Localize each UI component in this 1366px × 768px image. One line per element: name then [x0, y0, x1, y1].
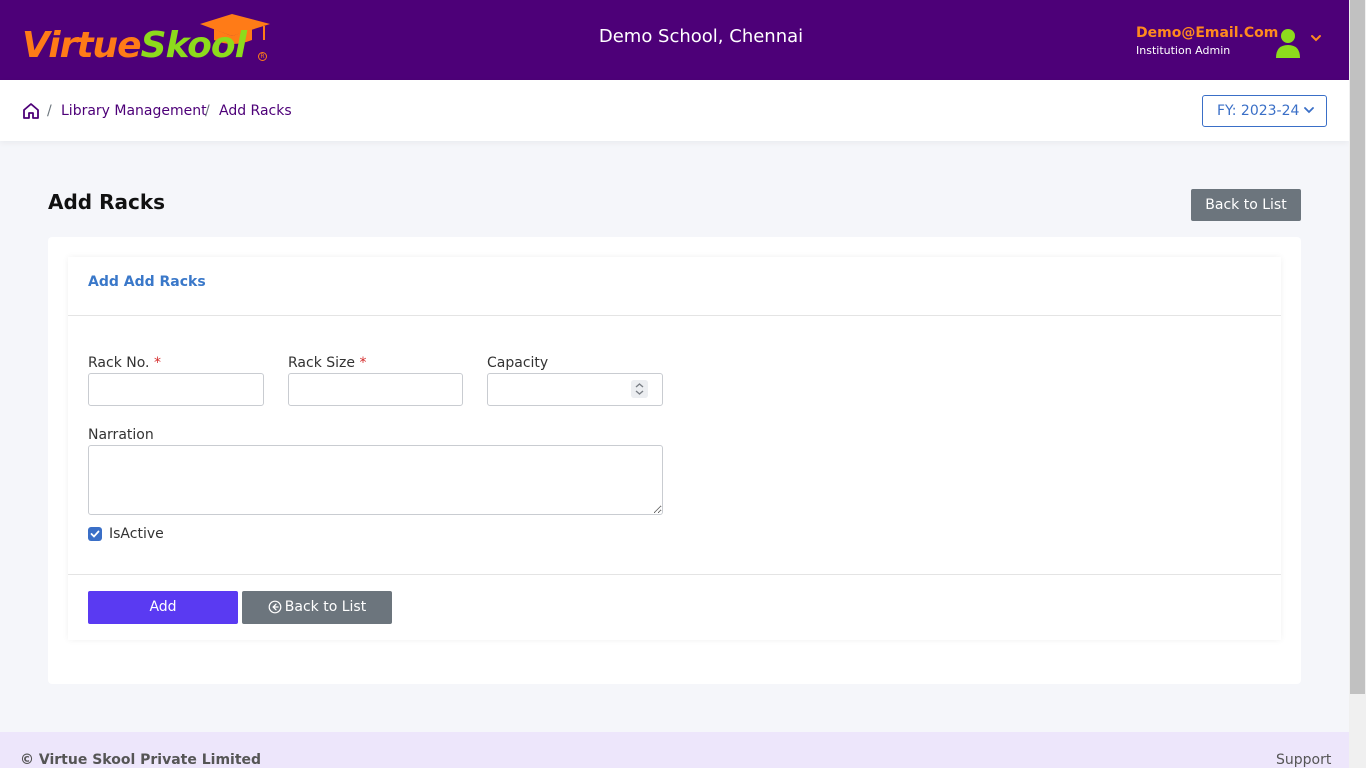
- breadcrumb-separator: /: [47, 103, 52, 119]
- required-mark: *: [153, 355, 161, 371]
- rack-no-label: Rack No. *: [88, 355, 161, 371]
- fy-select[interactable]: FY: 2023-24: [1202, 95, 1327, 127]
- top-header: VirtueSkool R Demo School, Chennai Demo@…: [0, 0, 1349, 80]
- narration-label: Narration: [88, 427, 154, 443]
- home-icon[interactable]: [22, 102, 40, 120]
- breadcrumb-bar: / Library Management / Add Racks FY: 202…: [0, 80, 1349, 141]
- capacity-label: Capacity: [487, 355, 549, 371]
- breadcrumb-library-management[interactable]: Library Management: [61, 102, 207, 120]
- required-mark: *: [359, 355, 367, 371]
- fy-select-label: FY: 2023-24: [1217, 103, 1300, 119]
- user-icon[interactable]: [1274, 28, 1302, 58]
- footer-copyright: © Virtue Skool Private Limited: [20, 752, 262, 768]
- is-active-label[interactable]: IsActive: [109, 525, 164, 543]
- form-card-title: Add Add Racks: [88, 274, 206, 290]
- is-active-checkbox[interactable]: [88, 527, 102, 541]
- logo-text: VirtueSkool: [22, 25, 247, 66]
- checkmark-icon: [90, 530, 100, 538]
- card-footer-divider: [68, 574, 1281, 575]
- support-link[interactable]: Support: [1276, 752, 1331, 768]
- user-role: Institution Admin: [1136, 44, 1231, 57]
- user-email[interactable]: Demo@Email.Com: [1136, 24, 1278, 42]
- card-header-divider: [68, 315, 1281, 316]
- page-footer: © Virtue Skool Private Limited Support: [0, 732, 1349, 768]
- school-name: Demo School, Chennai: [598, 26, 804, 47]
- back-to-list-label: Back to List: [284, 599, 367, 615]
- number-spinner-icon[interactable]: [631, 380, 648, 398]
- circle-arrow-left-icon: [268, 600, 282, 614]
- chevron-down-icon[interactable]: [1309, 32, 1323, 44]
- add-button[interactable]: Add: [88, 591, 238, 624]
- narration-textarea[interactable]: [88, 445, 663, 515]
- scrollbar-thumb[interactable]: [1350, 0, 1365, 694]
- back-to-list-button[interactable]: Back to List: [242, 591, 392, 624]
- chevron-down-icon: [1304, 107, 1314, 114]
- rack-no-input[interactable]: [88, 373, 264, 406]
- brand-logo[interactable]: VirtueSkool R: [22, 14, 272, 70]
- breadcrumb-separator: /: [205, 103, 210, 119]
- top-back-to-list-button[interactable]: Back to List: [1191, 189, 1301, 221]
- rack-size-input[interactable]: [288, 373, 463, 406]
- breadcrumb-add-racks: Add Racks: [219, 103, 292, 119]
- page-title: Add Racks: [48, 190, 166, 214]
- rack-size-label: Rack Size *: [288, 355, 367, 371]
- registered-mark: R: [258, 52, 267, 61]
